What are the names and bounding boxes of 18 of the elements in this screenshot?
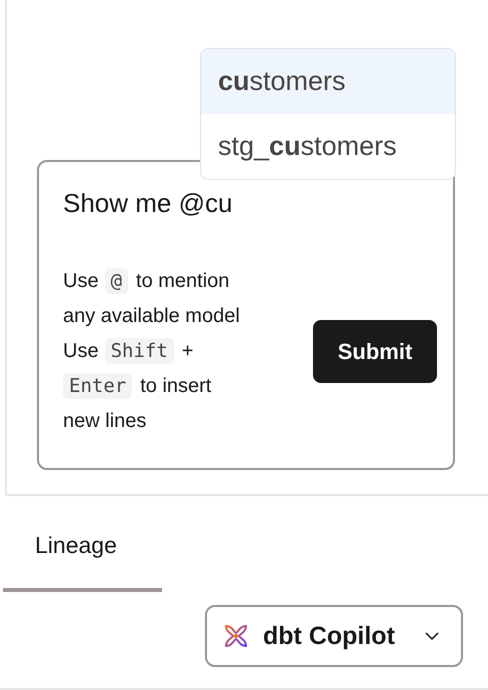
prompt-field[interactable]: Show me @cu Use @ to mention any available model Use Shift + Enter to insert new lines Submit bbox=[37, 160, 455, 470]
sparkle-logo-icon bbox=[223, 623, 249, 649]
assistant-selector[interactable]: dbt Copilot bbox=[205, 605, 463, 667]
hint-text: any available model bbox=[63, 305, 240, 327]
key-label: @ bbox=[104, 268, 128, 294]
chevron-down-icon bbox=[425, 632, 439, 640]
lineage-tab[interactable]: Lineage bbox=[3, 496, 162, 592]
key-label: Shift bbox=[104, 338, 174, 364]
prompt-text: Show me @cu bbox=[63, 187, 234, 220]
submit-button[interactable]: Submit bbox=[313, 320, 437, 383]
hint-text: Use bbox=[63, 340, 99, 362]
key-label: Enter bbox=[63, 373, 132, 399]
hint-text: Use bbox=[63, 270, 99, 292]
hint-text: to mention bbox=[136, 270, 230, 292]
hint-text: + bbox=[182, 340, 194, 362]
hint-text: to insert bbox=[140, 375, 212, 397]
suggestion-item[interactable]: customers bbox=[201, 49, 455, 114]
hint-text: new lines bbox=[63, 410, 146, 432]
